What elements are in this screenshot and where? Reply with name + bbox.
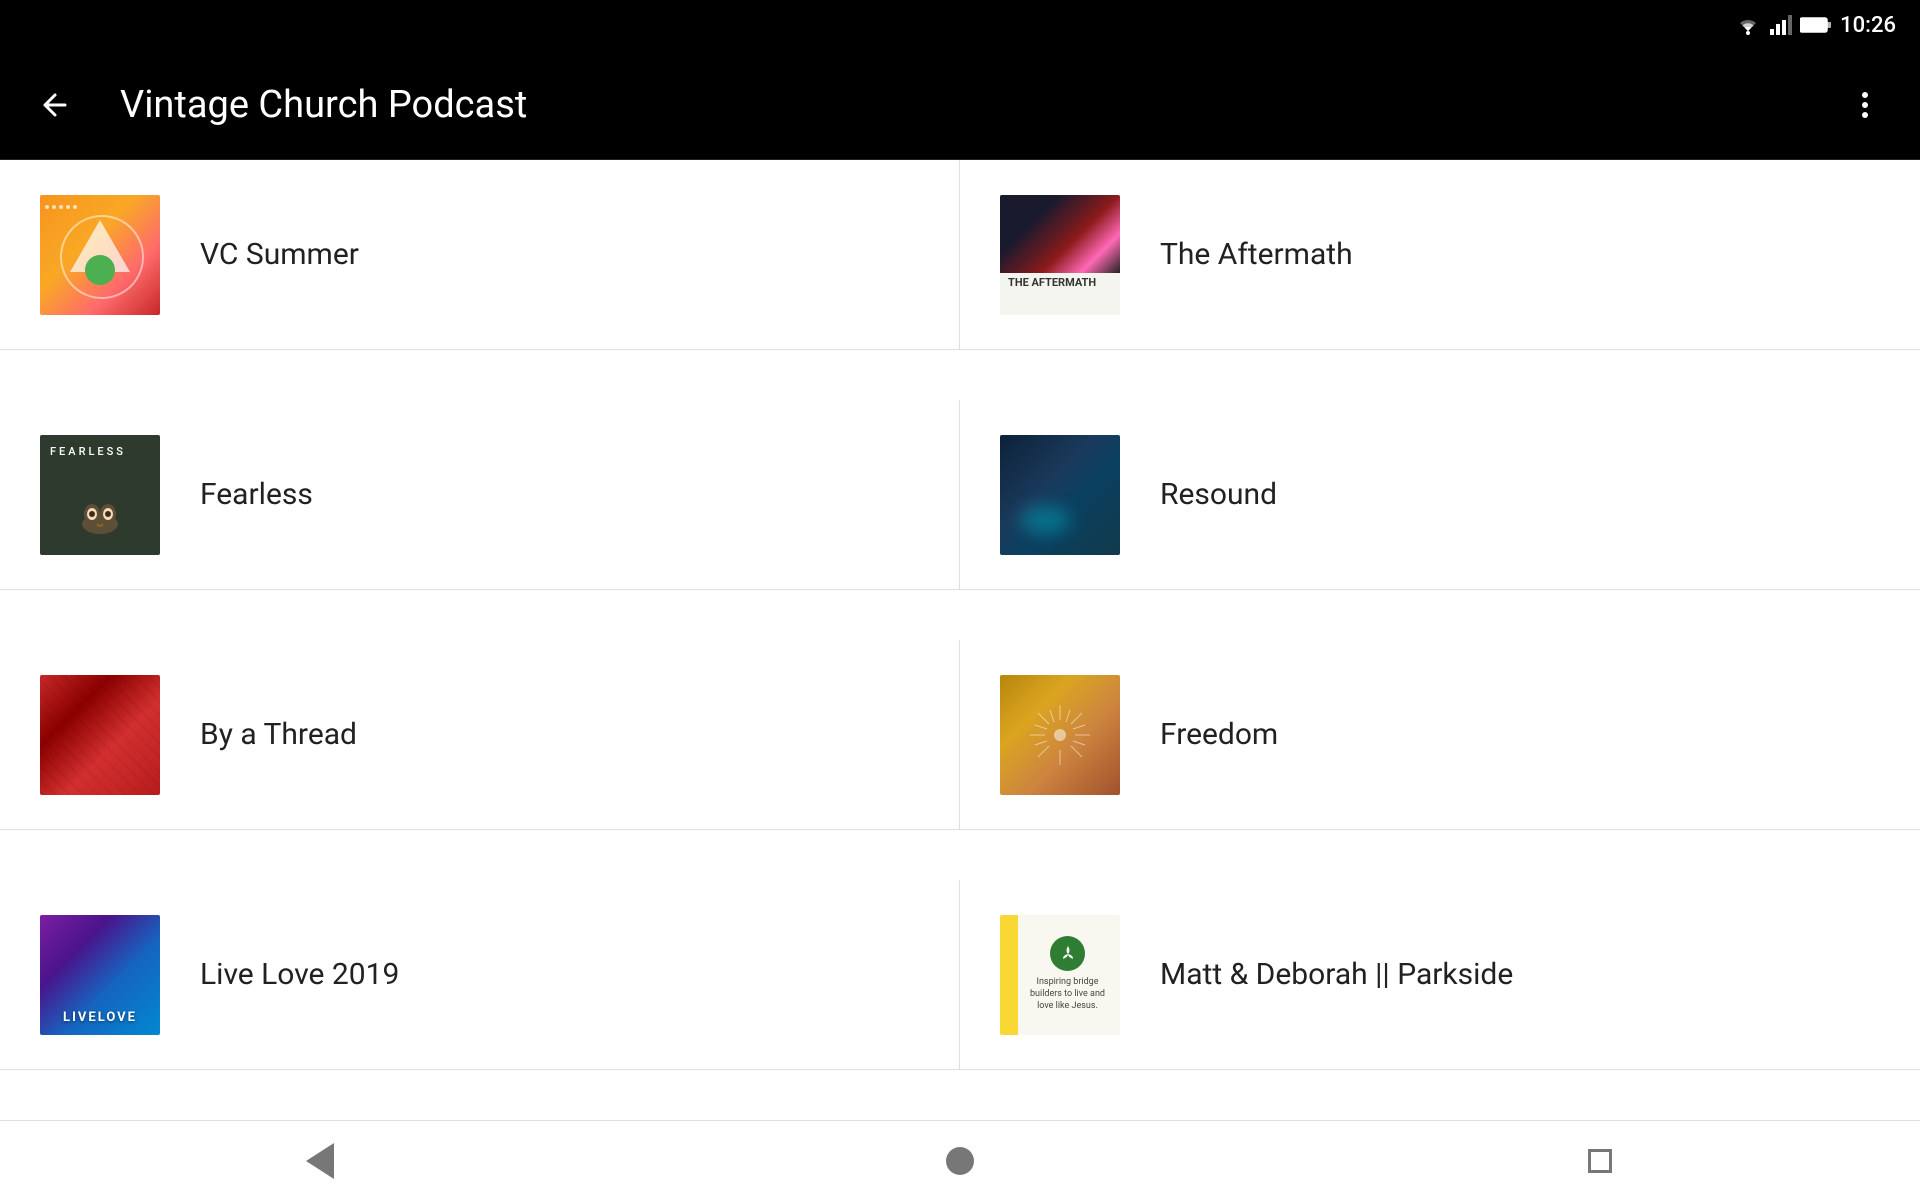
list-item[interactable]: THE AFTERMATH The Aftermath	[960, 160, 1920, 350]
podcast-thumbnail-resound	[1000, 435, 1120, 555]
podcast-title: Matt & Deborah || Parkside	[1160, 957, 1513, 992]
podcast-thumbnail-freedom	[1000, 675, 1120, 795]
battery-icon	[1800, 16, 1832, 34]
status-time: 10:26	[1840, 13, 1896, 38]
list-item[interactable]: Inspiring bridge builders to live and lo…	[960, 880, 1920, 1070]
podcast-title: VC Summer	[200, 237, 359, 272]
list-item[interactable]: Freedom	[960, 640, 1920, 830]
list-item[interactable]: Resound	[960, 400, 1920, 590]
podcast-title: Fearless	[200, 477, 313, 512]
podcast-thumbnail-by-thread	[40, 675, 160, 795]
list-item[interactable]: By a Thread	[0, 640, 960, 830]
podcast-title: Live Love 2019	[200, 957, 399, 992]
back-nav-icon	[306, 1143, 334, 1179]
nav-home-button[interactable]	[920, 1131, 1000, 1191]
podcast-thumbnail-parkside: Inspiring bridge builders to live and lo…	[1000, 915, 1120, 1035]
podcast-title: The Aftermath	[1160, 237, 1353, 272]
list-item[interactable]: LIVELOVE Live Love 2019	[0, 880, 960, 1070]
nav-back-button[interactable]	[280, 1131, 360, 1191]
podcast-thumbnail-livelove: LIVELOVE	[40, 915, 160, 1035]
podcast-thumbnail-fearless: FEARLESS	[40, 435, 160, 555]
list-item[interactable]: VC Summer	[0, 160, 960, 350]
more-options-button[interactable]	[1840, 80, 1890, 130]
podcast-grid: VC Summer THE AFTERMATH The Aftermath FE…	[0, 160, 1920, 1120]
podcast-thumbnail-aftermath: THE AFTERMATH	[1000, 195, 1120, 315]
recents-nav-icon	[1588, 1149, 1612, 1173]
wifi-icon	[1734, 15, 1762, 35]
app-bar: Vintage Church Podcast	[0, 50, 1920, 160]
status-icons: 10:26	[1734, 13, 1896, 38]
podcast-title: By a Thread	[200, 717, 357, 752]
nav-recents-button[interactable]	[1560, 1131, 1640, 1191]
podcast-thumbnail-vc-summer	[40, 195, 160, 315]
back-button[interactable]	[30, 80, 80, 130]
nav-bar	[0, 1120, 1920, 1200]
page-title: Vintage Church Podcast	[120, 83, 1800, 127]
status-bar: 10:26	[0, 0, 1920, 50]
podcast-title: Resound	[1160, 477, 1277, 512]
home-nav-icon	[946, 1147, 974, 1175]
list-item[interactable]: FEARLESS Fearless	[0, 400, 960, 590]
signal-icon	[1770, 15, 1792, 35]
podcast-title: Freedom	[1160, 717, 1278, 752]
